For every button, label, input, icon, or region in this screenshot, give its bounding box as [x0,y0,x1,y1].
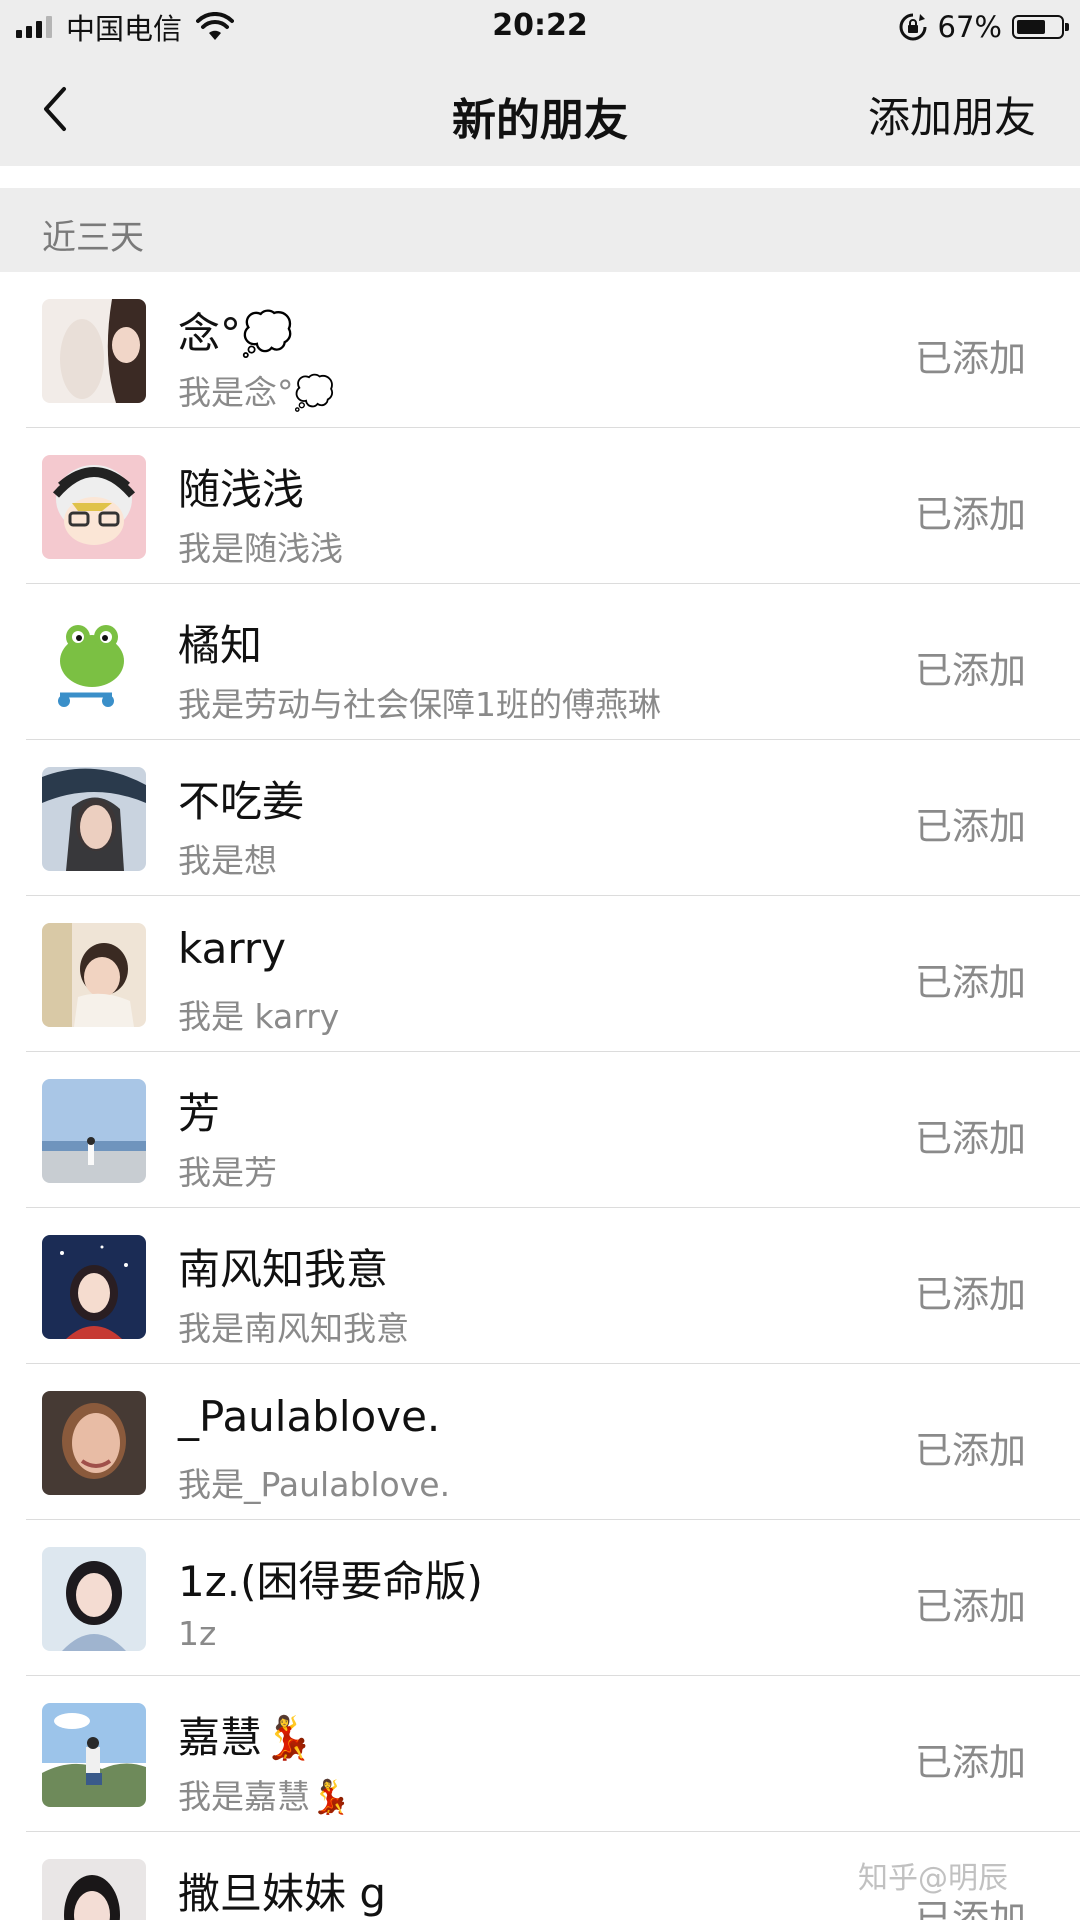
add-friend-button[interactable]: 添加朋友 [868,84,1036,145]
friend-name: 念°💭 [178,309,294,358]
friend-request-row[interactable]: 念°💭 我是念°💭 已添加 [0,272,1080,428]
friend-request-row[interactable]: 橘知我是劳动与社会保障1班的傅燕琳 已添加 [0,584,1080,740]
friend-request-row[interactable]: 撒旦妹妹 g 已添加 [0,1832,1080,1920]
friend-request-message: 我是嘉慧💃 [178,1777,352,1816]
friend-name: 芳 [178,1089,221,1138]
added-status-label: 已添加 [915,337,1026,380]
added-status-label: 已添加 [915,1117,1026,1160]
friend-request-message: 我是_Paulablove. [178,1465,451,1504]
friend-name: 撒旦妹妹 g [178,1869,387,1918]
added-status-label: 已添加 [915,805,1026,848]
friend-request-message: 我是芳 [178,1153,277,1192]
added-status-label: 已添加 [915,1897,1026,1920]
section-label: 近三天 [42,218,144,258]
avatar[interactable] [42,1859,146,1920]
friend-request-list: 念°💭 我是念°💭 已添加 随浅浅 我是随浅浅 已添加 橘知 我是劳动与社会保障1班的傅燕琳已… [0,272,1080,1920]
friend-request-row[interactable]: 芳我是芳 已添加 [0,1052,1080,1208]
friend-request-row[interactable]: 不吃姜我是想 已添加 [0,740,1080,896]
status-right: 67% [898,10,1069,44]
friend-name: 嘉慧💃 [178,1713,315,1762]
added-status-label: 已添加 [915,1429,1026,1472]
friend-name: 1z.(困得要命版) [178,1557,483,1606]
friend-request-message: 1z [178,1614,217,1653]
added-status-label: 已添加 [915,493,1026,536]
avatar[interactable] [42,1079,146,1183]
avatar[interactable] [42,299,146,403]
friend-request-row[interactable]: 随浅浅我是随浅浅 已添加 [0,428,1080,584]
friend-name: 随浅浅 [178,465,305,514]
added-status-label: 已添加 [915,1273,1026,1316]
added-status-label: 已添加 [915,1585,1026,1628]
avatar[interactable] [42,1703,146,1807]
rotation-lock-icon [899,13,927,41]
friend-name: 南风知我意 [178,1245,389,1294]
friend-request-message: 我是南风知我意 [178,1309,409,1348]
battery-icon [1012,15,1069,39]
friend-request-message: 我是想 [178,841,277,880]
header-gap [0,166,1080,188]
avatar[interactable] [42,1547,146,1651]
friend-request-message: 我是念°💭 [178,373,335,412]
battery-percent: 67% [937,10,1002,44]
friend-request-message: 我是 karry [178,997,340,1036]
friend-name: 不吃姜 [178,777,305,826]
added-status-label: 已添加 [915,961,1026,1004]
avatar[interactable] [42,611,146,715]
avatar[interactable] [42,767,146,871]
status-bar: 中国电信 20:22 67% [0,0,1080,52]
avatar[interactable] [42,923,146,1027]
section-header: 近三天 [0,188,1080,272]
new-friends-screen: 中国电信 20:22 67% 新的朋友 添加朋友 近三天 念°💭 我是念°💭 已… [0,0,1080,1920]
friend-request-message: 我是劳动与社会保障1班的傅燕琳 [178,685,661,724]
friend-name: _Paulablove. [178,1392,441,1441]
friend-request-message: 我是随浅浅 [178,529,343,568]
added-status-label: 已添加 [915,1741,1026,1784]
friend-request-row[interactable]: _Paulablove. 我是_Paulablove. 已添加 [0,1364,1080,1520]
friend-name: 橘知 [178,621,263,670]
avatar[interactable] [42,455,146,559]
friend-request-row[interactable]: 南风知我意我是南风知我意 已添加 [0,1208,1080,1364]
friend-request-row[interactable]: 1z.(困得要命版) 1z 已添加 [0,1520,1080,1676]
avatar[interactable] [42,1235,146,1339]
friend-request-row[interactable]: 嘉慧💃 我是嘉慧💃 已添加 [0,1676,1080,1832]
added-status-label: 已添加 [915,649,1026,692]
friend-name: karry [178,924,286,973]
navigation-bar: 新的朋友 添加朋友 [0,52,1080,166]
friend-request-row[interactable]: karry 我是 karry 已添加 [0,896,1080,1052]
avatar[interactable] [42,1391,146,1495]
